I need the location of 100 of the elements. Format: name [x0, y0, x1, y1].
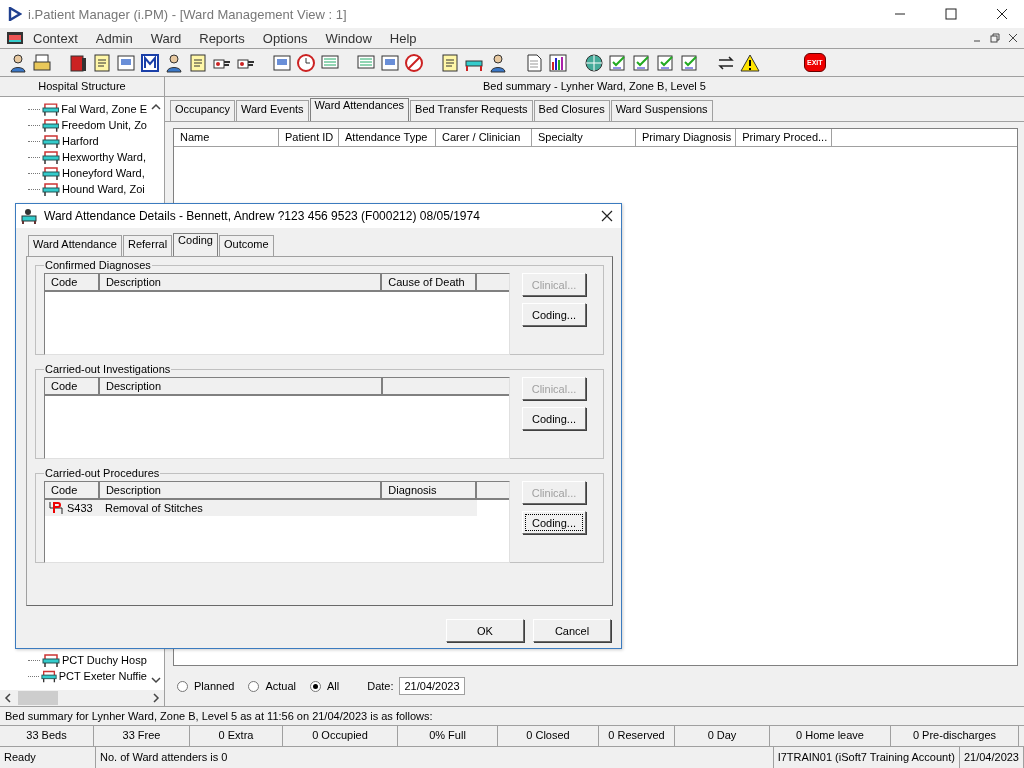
column-header[interactable]: Patient ID [279, 129, 339, 146]
dialog-button[interactable]: OK [446, 619, 524, 642]
tree-item[interactable]: Freedom Unit, Zo [61, 119, 147, 131]
column-header[interactable]: Code [45, 482, 100, 498]
count-cell: 33 Beds [0, 726, 94, 746]
note-icon[interactable] [440, 52, 460, 73]
scroll-right-icon[interactable] [152, 693, 160, 703]
tab[interactable]: Ward Events [236, 100, 309, 121]
maximize-icon[interactable] [945, 8, 957, 20]
printer-icon[interactable] [32, 52, 52, 73]
action-button[interactable]: Coding... [522, 303, 586, 326]
column-header[interactable]: Name [174, 129, 279, 146]
card-icon[interactable] [380, 52, 400, 73]
checklist-icon[interactable] [632, 52, 652, 73]
checklist-icon[interactable] [608, 52, 628, 73]
menu-item[interactable]: Window [316, 30, 381, 46]
column-header[interactable]: Cause of Death [382, 274, 478, 290]
column-header[interactable]: Diagnosis [382, 482, 478, 498]
tile-icon[interactable] [140, 52, 160, 73]
column-header[interactable]: Code [45, 378, 100, 394]
scroll-left-icon[interactable] [4, 693, 12, 703]
count-cell: 0 Home leave [770, 726, 891, 746]
date-field[interactable]: 21/04/2023 [399, 677, 465, 695]
status-text: Ready [0, 747, 96, 768]
column-header[interactable]: Description [100, 378, 383, 394]
action-button[interactable]: Coding... [522, 511, 586, 534]
count-cell: 0 Occupied [283, 726, 398, 746]
globe-icon[interactable] [584, 52, 604, 73]
column-header[interactable]: Primary Proced... [736, 129, 833, 146]
count-cell: 0 Pre-discharges [891, 726, 1019, 746]
radio-option[interactable]: All [309, 680, 340, 692]
restore-icon[interactable] [990, 33, 1000, 43]
tree-item[interactable]: PCT Duchy Hosp [62, 654, 147, 666]
group-title: Carried-out Investigations [44, 363, 172, 375]
procedure-description: Removal of Stitches [105, 502, 203, 514]
tree-item[interactable]: Fal Ward, Zone E [61, 103, 147, 115]
tab[interactable]: Outcome [218, 235, 274, 256]
close-icon[interactable] [996, 8, 1008, 20]
account-text: I7TRAIN01 (iSoft7 Training Account) [773, 747, 960, 768]
warning-icon[interactable] [740, 52, 760, 73]
panel-header: Bed summary - Lynher Ward, Zone B, Level 5 [165, 77, 1024, 97]
menu-item[interactable]: Reports [190, 30, 254, 46]
tree-item[interactable]: Hexworthy Ward, [62, 151, 146, 163]
tab[interactable]: Bed Closures [533, 100, 610, 121]
dialog-title: Ward Attendance Details - Bennett, Andrew ?123 456 9523 (F000212) 08/05/1974 [44, 209, 480, 223]
menu-item[interactable]: Context [24, 30, 87, 46]
tab[interactable]: Ward Suspensions [610, 100, 713, 121]
tree-item[interactable]: Harford [62, 135, 99, 147]
tab[interactable]: Bed Transfer Requests [410, 100, 533, 121]
bar-chart-icon[interactable] [548, 52, 568, 73]
column-header[interactable]: Description [99, 482, 383, 498]
person-icon[interactable] [8, 52, 28, 73]
status-message: No. of Ward attenders is 0 [96, 747, 774, 768]
list-row[interactable]: S433 Removal of Stitches [45, 500, 477, 516]
status-date: 21/04/2023 [959, 747, 1024, 768]
menu-item[interactable]: Help [380, 30, 426, 46]
checklist-icon[interactable] [656, 52, 676, 73]
column-header[interactable]: Carer / Clinician [436, 129, 532, 146]
tab[interactable]: Ward Attendances [309, 98, 410, 121]
app-logo-icon [8, 7, 22, 21]
tree-item[interactable]: PCT Exeter Nuffie [58, 670, 147, 682]
date-label: Date: [367, 680, 394, 692]
scroll-up-icon[interactable] [150, 103, 161, 111]
book-icon[interactable] [68, 52, 88, 73]
tab[interactable]: Coding [173, 233, 218, 256]
menu-item[interactable]: Options [253, 30, 317, 46]
column-header[interactable]: Primary Diagnosis [636, 129, 737, 146]
tree-item[interactable]: Honeyford Ward, [62, 167, 145, 179]
count-cell: 0 Extra [190, 726, 283, 746]
radio-option[interactable]: Planned [177, 680, 235, 692]
close-icon[interactable] [601, 210, 613, 222]
count-cell: 0 Closed [498, 726, 599, 746]
person-icon[interactable] [488, 52, 508, 73]
patient-bed-icon [20, 208, 38, 224]
scroll-down-icon[interactable] [150, 676, 161, 684]
count-cell: 0% Full [398, 726, 498, 746]
clock-icon[interactable] [296, 52, 316, 73]
column-header[interactable]: Description [99, 274, 383, 290]
action-button[interactable]: Coding... [522, 407, 586, 430]
tab[interactable]: Referral [123, 235, 173, 256]
menu-item[interactable]: Admin [86, 30, 142, 46]
close-icon[interactable] [1008, 33, 1018, 43]
dialog-button[interactable]: Cancel [533, 619, 611, 642]
scrollbar-thumb[interactable] [18, 691, 58, 705]
count-cell: 0 Reserved [599, 726, 675, 746]
column-header[interactable]: Specialty [532, 129, 636, 146]
group-title: Confirmed Diagnoses [44, 259, 152, 271]
tab[interactable]: Ward Attendance [28, 235, 122, 256]
column-header[interactable]: Attendance Type [339, 129, 436, 146]
tree-item[interactable]: Hound Ward, Zoi [62, 183, 145, 195]
menu-item[interactable]: Ward [141, 30, 191, 46]
form-icon[interactable] [272, 52, 292, 73]
column-header[interactable]: Code [45, 274, 100, 290]
count-cell: 0 Day [675, 726, 770, 746]
no-entry-icon[interactable] [404, 52, 424, 73]
radio-option[interactable]: Actual [248, 680, 296, 692]
count-cell: 33 Free [94, 726, 190, 746]
window-title: i.Patient Manager (i.PM) - [Ward Management View : 1] [28, 6, 347, 22]
checklist-icon[interactable] [680, 52, 700, 73]
tab[interactable]: Occupancy [170, 100, 236, 121]
